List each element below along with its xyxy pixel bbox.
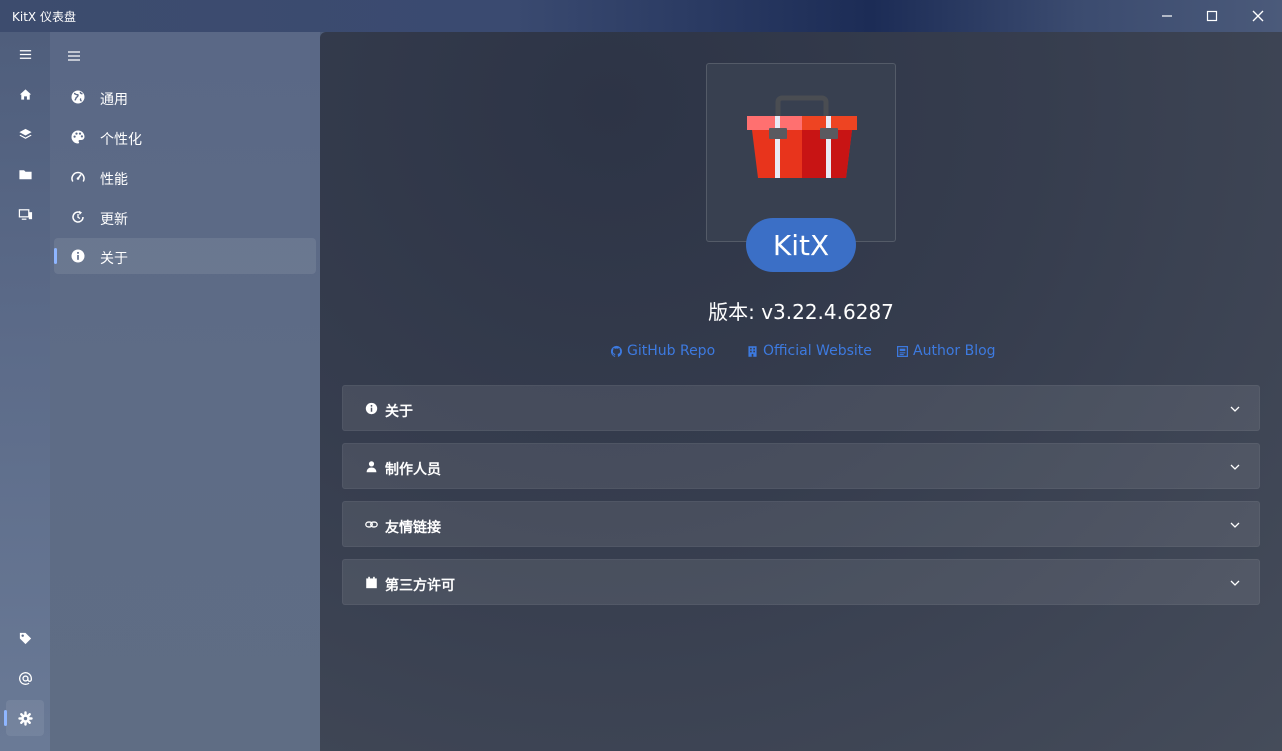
rail-repository-button[interactable] — [6, 156, 44, 192]
author-blog-link[interactable]: Author Blog — [896, 343, 996, 359]
toolbox-icon — [747, 95, 857, 178]
rail-plugins-button[interactable] — [6, 116, 44, 152]
maximize-icon — [1206, 10, 1218, 22]
rail-tags-button[interactable] — [6, 620, 44, 656]
person-icon — [366, 461, 377, 473]
about-expander[interactable]: 关于 — [342, 385, 1260, 431]
app-name-badge: KitX — [746, 218, 856, 272]
folder-icon — [18, 169, 32, 179]
title-bar[interactable]: KitX 仪表盘 — [0, 0, 1282, 32]
refresh-icon — [72, 210, 84, 223]
window-title: KitX 仪表盘 — [12, 10, 76, 24]
app-window: KitX 仪表盘 通用 个性化 性能 更新 关于 KitX 版本: v3.22.… — [0, 0, 1282, 751]
chevron-down-icon — [1230, 580, 1240, 586]
github-repo-link[interactable]: GitHub Repo — [610, 343, 715, 359]
settings-nav-item-about[interactable]: 关于 — [54, 238, 316, 274]
nav-active-indicator — [54, 248, 57, 264]
nav-item-label: 通用 — [100, 92, 128, 108]
building-icon — [748, 345, 757, 357]
settings-nav-item-performance[interactable]: 性能 — [54, 159, 316, 195]
nav-item-label: 个性化 — [100, 132, 142, 148]
speedometer-icon — [71, 171, 85, 182]
home-icon — [19, 88, 31, 100]
chevron-down-icon — [1230, 522, 1240, 528]
layers-icon — [18, 128, 32, 139]
third-party-licenses-expander[interactable]: 第三方许可 — [342, 559, 1260, 605]
rail-devices-button[interactable] — [6, 196, 44, 232]
close-icon — [1252, 10, 1264, 22]
expander-label: 关于 — [385, 404, 413, 420]
blog-icon — [897, 345, 908, 357]
link-label: Author Blog — [913, 343, 996, 359]
friend-links-expander[interactable]: 友情链接 — [342, 501, 1260, 547]
nav-item-label: 更新 — [100, 212, 128, 228]
nav-item-label: 性能 — [100, 172, 128, 188]
rail-menu-button[interactable] — [6, 36, 44, 72]
settings-nav-pane: 通用 个性化 性能 更新 关于 — [50, 32, 320, 751]
link-label: Official Website — [763, 343, 872, 359]
rail-settings-button[interactable] — [6, 700, 44, 736]
minimize-icon — [1162, 15, 1172, 17]
info-icon — [71, 249, 85, 263]
link-label: GitHub Repo — [627, 343, 716, 359]
expander-label: 友情链接 — [385, 520, 441, 536]
credits-expander[interactable]: 制作人员 — [342, 443, 1260, 489]
main-nav-rail — [0, 32, 50, 751]
chevron-down-icon — [1230, 406, 1240, 412]
github-icon — [610, 345, 623, 357]
official-website-link[interactable]: Official Website — [746, 343, 872, 359]
tag-icon — [19, 632, 31, 644]
rail-home-button[interactable] — [6, 76, 44, 112]
expander-label: 制作人员 — [385, 462, 441, 478]
settings-nav-item-general[interactable]: 通用 — [54, 79, 316, 115]
app-version-text: 版本: v3.22.4.6287 — [708, 300, 894, 324]
maximize-button[interactable] — [1189, 0, 1235, 32]
devices-icon — [18, 208, 32, 220]
palette-icon — [71, 130, 85, 144]
chevron-down-icon — [1230, 464, 1240, 470]
settings-nav-item-personalization[interactable]: 个性化 — [54, 119, 316, 155]
about-links: GitHub Repo Official Website Author Blog — [610, 343, 1010, 363]
rail-account-button[interactable] — [6, 660, 44, 696]
hamburger-menu-icon — [19, 49, 31, 59]
link-icon — [365, 521, 378, 528]
app-logo-card — [706, 63, 896, 242]
rail-active-indicator — [4, 710, 7, 726]
hamburger-menu-icon — [68, 51, 80, 61]
calendar-icon — [366, 576, 377, 589]
settings-nav-item-update[interactable]: 更新 — [54, 199, 316, 235]
about-page: KitX 版本: v3.22.4.6287 GitHub Repo Offici… — [320, 32, 1282, 751]
globe-icon — [71, 90, 85, 104]
gear-icon — [17, 710, 33, 726]
close-button[interactable] — [1235, 0, 1281, 32]
minimize-button[interactable] — [1144, 0, 1190, 32]
info-icon — [365, 402, 378, 415]
nav-pane-toggle-button[interactable] — [62, 44, 86, 68]
nav-item-label: 关于 — [100, 251, 128, 267]
at-sign-icon — [18, 671, 32, 685]
expander-label: 第三方许可 — [385, 578, 455, 594]
